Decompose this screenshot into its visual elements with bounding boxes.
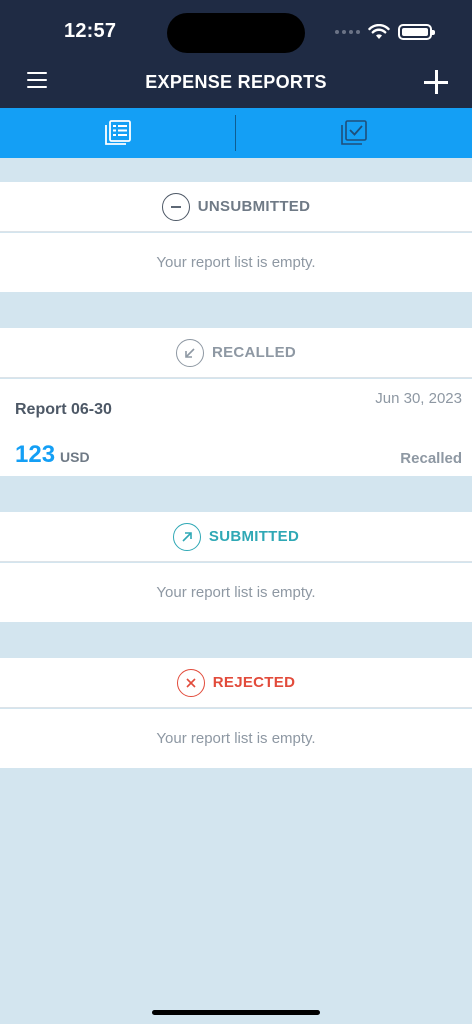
section-label-submitted: SUBMITTED <box>208 528 300 545</box>
arrow-down-left-icon <box>175 338 204 367</box>
add-report-button[interactable] <box>422 68 450 96</box>
tab-reports[interactable] <box>0 108 236 158</box>
status-icons <box>335 22 435 42</box>
section-header-rejected: REJECTED <box>0 658 472 708</box>
dynamic-island <box>167 13 305 53</box>
tab-divider <box>235 115 236 151</box>
battery-icon <box>398 24 435 40</box>
reports-list-icon <box>105 120 131 145</box>
report-status: Recalled <box>400 450 462 467</box>
report-amount: 123 USD <box>15 441 90 469</box>
tab-bar <box>0 108 472 158</box>
signal-icon <box>335 30 360 34</box>
report-name: Report 06-30 <box>15 401 112 418</box>
report-row[interactable]: Report 06-30 Jun 30, 2023 123 USD Recall… <box>0 379 472 476</box>
home-indicator[interactable] <box>152 1010 320 1015</box>
empty-message-rejected: Your report list is empty. <box>0 709 472 768</box>
report-amount-currency: USD <box>60 449 90 465</box>
report-amount-value: 123 <box>15 441 56 468</box>
approvals-icon <box>341 120 367 145</box>
top-bar: 12:57 EXPENSE REPORTS <box>0 0 472 108</box>
wifi-icon <box>368 24 390 39</box>
empty-message-unsubmitted: Your report list is empty. <box>0 233 472 292</box>
section-header-unsubmitted: UNSUBMITTED <box>0 182 472 232</box>
x-circle-icon <box>176 668 205 697</box>
section-label-unsubmitted: UNSUBMITTED <box>197 198 311 215</box>
section-label-rejected: REJECTED <box>212 674 296 691</box>
minus-circle-icon <box>161 192 190 221</box>
arrow-up-right-icon <box>172 522 201 551</box>
page-title: EXPENSE REPORTS <box>145 72 327 92</box>
section-label-recalled: RECALLED <box>211 344 297 361</box>
section-header-submitted: SUBMITTED <box>0 512 472 562</box>
tab-approvals[interactable] <box>236 108 472 158</box>
empty-message-submitted: Your report list is empty. <box>0 563 472 622</box>
report-date: Jun 30, 2023 <box>375 390 462 407</box>
section-header-recalled: RECALLED <box>0 328 472 378</box>
status-time: 12:57 <box>64 20 117 42</box>
